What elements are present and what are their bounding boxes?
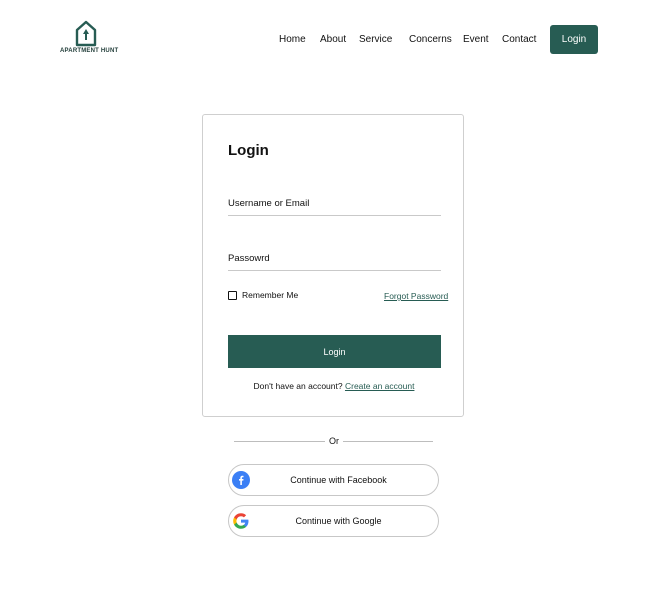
login-title: Login bbox=[228, 142, 269, 159]
nav-item-about[interactable]: About bbox=[320, 34, 346, 45]
login-card: Login Remember Me Forgot Password Login … bbox=[202, 114, 464, 417]
checkbox-icon[interactable] bbox=[228, 290, 237, 300]
password-input[interactable] bbox=[228, 249, 441, 268]
nav-item-service[interactable]: Service bbox=[359, 34, 392, 45]
remember-me-toggle[interactable]: Remember Me bbox=[228, 290, 298, 300]
password-field-wrapper bbox=[228, 248, 441, 271]
divider-or-label: Or bbox=[329, 436, 339, 446]
nav-login-button[interactable]: Login bbox=[550, 25, 598, 54]
signup-prompt-text: Don't have an account? bbox=[253, 381, 343, 391]
nav-item-contact[interactable]: Contact bbox=[502, 34, 536, 45]
username-field-wrapper bbox=[228, 193, 441, 216]
create-account-link[interactable]: Create an account bbox=[345, 381, 414, 391]
username-input[interactable] bbox=[228, 194, 441, 213]
brand-name: APARTMENT HUNT bbox=[60, 48, 119, 54]
google-button-label: Continue with Google bbox=[295, 516, 382, 526]
continue-with-google-button[interactable]: Continue with Google bbox=[228, 505, 439, 537]
login-submit-button[interactable]: Login bbox=[228, 335, 441, 368]
divider-line-left bbox=[234, 441, 325, 442]
nav-item-home[interactable]: Home bbox=[279, 34, 306, 45]
divider-line-right bbox=[343, 441, 433, 442]
facebook-button-label: Continue with Facebook bbox=[290, 475, 387, 485]
nav-item-concerns[interactable]: Concerns bbox=[409, 34, 452, 45]
remember-me-label: Remember Me bbox=[242, 290, 299, 300]
nav-item-event[interactable]: Event bbox=[463, 34, 489, 45]
forgot-password-link[interactable]: Forgot Password bbox=[384, 291, 448, 301]
signup-prompt-row: Don't have an account? Create an account bbox=[203, 381, 465, 391]
continue-with-facebook-button[interactable]: Continue with Facebook bbox=[228, 464, 439, 496]
